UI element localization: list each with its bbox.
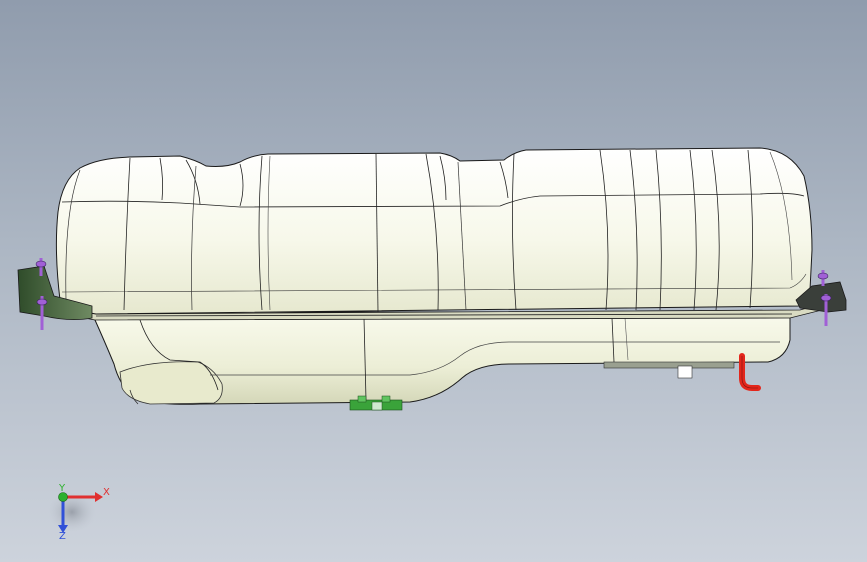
model-canvas[interactable] xyxy=(0,0,867,562)
triad-x-label: X xyxy=(103,487,110,498)
tank-lower-sump[interactable] xyxy=(94,311,791,405)
triad-x-arrow xyxy=(95,492,103,502)
harness-clip-core xyxy=(371,401,383,411)
harness-clip-tab-2 xyxy=(381,395,391,403)
left-bolt-upper-head[interactable] xyxy=(35,260,47,268)
cad-viewport[interactable]: X Y Z xyxy=(0,0,867,562)
orientation-triad[interactable] xyxy=(48,492,103,533)
tank-upper-shell[interactable] xyxy=(55,147,813,315)
left-bolt-lower-head[interactable] xyxy=(36,298,48,306)
harness-clip-tab-1 xyxy=(357,395,367,403)
heat-shield-strip[interactable] xyxy=(603,361,735,369)
right-bolt-lower-head[interactable] xyxy=(820,294,832,302)
right-bolt-upper-head[interactable] xyxy=(817,272,829,280)
small-tab[interactable] xyxy=(677,365,693,379)
triad-z-label: Z xyxy=(59,531,66,542)
triad-y-label: Y xyxy=(59,483,66,494)
upper-shell-body[interactable] xyxy=(55,147,813,315)
